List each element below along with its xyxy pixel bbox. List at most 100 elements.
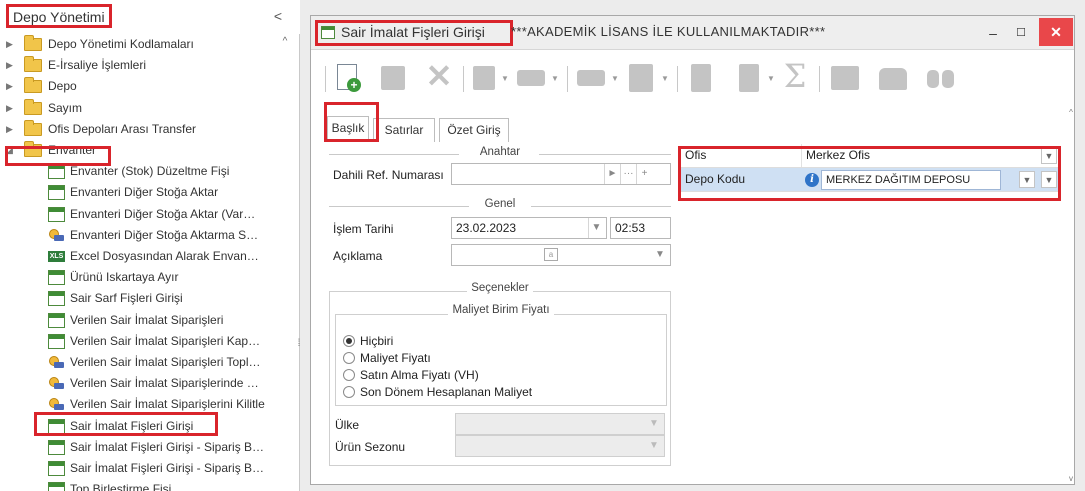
add-icon[interactable]: + [636, 164, 652, 184]
key-icon [48, 355, 65, 370]
window-titlebar[interactable]: Sair İmalat Fişleri Girişi ***AKADEMİK L… [311, 16, 1074, 50]
transaction-date-value: 23.02.2023 [456, 221, 517, 235]
tree-item[interactable]: Verilen Sair İmalat Siparişleri [4, 310, 280, 331]
close-button[interactable]: ✕ [1039, 18, 1073, 46]
list-icon [739, 64, 759, 92]
section-general: Genel [329, 198, 671, 214]
tree-item-label: Excel Dosyasından Alarak Envan… [70, 249, 259, 263]
folder-icon [24, 77, 42, 94]
documents-button[interactable] [687, 62, 715, 94]
print-preview-button[interactable] [575, 62, 607, 94]
tree-item[interactable]: ▶ Sayım [4, 98, 280, 119]
dropdown-arrow-icon[interactable]: ▼ [767, 74, 775, 83]
transaction-date-field[interactable]: 23.02.2023 ▼ [451, 217, 607, 239]
tab-ozet-giris[interactable]: Özet Giriş [439, 118, 509, 142]
save-as-icon [473, 66, 495, 90]
tree-item[interactable]: Sair Sarf Fişleri Girişi [4, 288, 280, 309]
tree-item-label: Ofis Depoları Arası Transfer [48, 121, 197, 136]
save-button[interactable] [379, 62, 407, 94]
radio-icon [343, 352, 355, 364]
collapsed-arrow-icon[interactable]: ▶ [6, 34, 16, 55]
tree-item[interactable]: Top Birleştirme Fişi [4, 479, 280, 491]
plus-icon: + [347, 78, 361, 92]
dropdown-arrow-icon[interactable]: ▼ [661, 74, 669, 83]
tree-item[interactable]: ▶ Ofis Depoları Arası Transfer [4, 119, 280, 140]
radio-icon [343, 369, 355, 381]
note-icon[interactable]: a [544, 248, 558, 261]
form-document-icon [48, 461, 65, 476]
tree-item[interactable]: ▶ Depo [4, 76, 280, 97]
transaction-time-field[interactable]: 02:53 [610, 217, 671, 239]
key-icon [48, 376, 65, 391]
scroll-up-icon[interactable]: ^ [1067, 108, 1075, 118]
tree-item-label: Depo [48, 79, 77, 94]
chevron-down-icon[interactable]: ▼ [652, 245, 668, 265]
section-options-title: Seçenekler [467, 282, 533, 294]
lookup-dots-icon[interactable]: ··· [620, 164, 636, 184]
country-field[interactable]: ▼ [455, 413, 665, 435]
tree-item[interactable]: Sair İmalat Fişleri Girişi - Sipariş B… [4, 458, 280, 479]
save-as-button[interactable] [471, 62, 499, 94]
tab-satirlar[interactable]: Satırlar [373, 118, 435, 142]
navigation-header: Depo Yönetimi < [0, 0, 300, 34]
maximize-button[interactable]: ☐ [1012, 24, 1030, 42]
folder-icon [24, 98, 42, 115]
form-scrollbar[interactable]: ^ v [1067, 108, 1075, 486]
list-button[interactable] [735, 62, 763, 94]
copy-button[interactable] [625, 62, 657, 94]
tree-item[interactable]: Ürünü Iskartaya Ayır [4, 267, 280, 288]
collapsed-arrow-icon[interactable]: ▶ [6, 55, 16, 76]
scroll-up-icon[interactable]: ^ [279, 36, 291, 48]
bank-button[interactable] [877, 62, 909, 94]
product-season-field[interactable]: ▼ [455, 435, 665, 457]
new-document-button[interactable]: + [335, 62, 361, 94]
table-button[interactable] [829, 62, 861, 94]
tree-item[interactable]: Verilen Sair İmalat Siparişleri Kap… [4, 331, 280, 352]
tree-item-label: Sair İmalat Fişleri Girişi - Sipariş B… [70, 461, 265, 475]
tree-item-label: Envanteri Diğer Stoğa Aktarma S… [70, 227, 259, 242]
license-notice: ***AKADEMİK LİSANS İLE KULLANILMAKTADIR*… [511, 24, 826, 39]
dropdown-arrow-icon[interactable]: ▼ [551, 74, 559, 83]
calendar-dropdown-icon[interactable]: ▼ [588, 218, 604, 238]
tree-item[interactable]: XLS Excel Dosyasından Alarak Envan… [4, 246, 280, 267]
ref-number-field[interactable]: ► ··· + [451, 163, 671, 185]
tree-item[interactable]: Verilen Sair İmalat Siparişleri Topl… [4, 352, 280, 373]
search-button[interactable] [925, 62, 957, 94]
tree-scrollbar[interactable]: ^ [279, 36, 291, 491]
tree-item[interactable]: Envanteri Diğer Stoğa Aktarma S… [4, 225, 280, 246]
ref-number-label: Dahili Ref. Numarası [333, 168, 444, 182]
excel-icon: XLS [48, 251, 65, 262]
save-icon [381, 66, 405, 90]
tree-item[interactable]: Envanteri Diğer Stoğa Aktar [4, 182, 280, 203]
navigation-title: Depo Yönetimi [6, 4, 112, 28]
delete-button[interactable]: ✕ [425, 60, 453, 94]
collapsed-arrow-icon[interactable]: ▶ [6, 119, 16, 140]
chevron-down-icon[interactable]: ▼ [646, 414, 662, 434]
tree-item[interactable]: Sair İmalat Fişleri Girişi - Sipariş B… [4, 437, 280, 458]
chevron-down-icon[interactable]: ▼ [646, 436, 662, 456]
description-field[interactable]: a ▼ [451, 244, 671, 266]
tree-item-label: Envanteri Diğer Stoğa Aktar (Var… [70, 206, 256, 221]
next-arrow-icon[interactable]: ► [604, 164, 620, 184]
dropdown-arrow-icon[interactable]: ▼ [501, 74, 509, 83]
print-button[interactable] [515, 62, 547, 94]
binoculars-icon-right [942, 70, 954, 88]
tree-item[interactable]: Envanteri Diğer Stoğa Aktar (Var… [4, 204, 280, 225]
highlight-sair-imalat [34, 412, 218, 436]
sum-button[interactable]: Σ [781, 60, 809, 94]
tree-item-label: Verilen Sair İmalat Siparişleri Kap… [70, 333, 261, 348]
tree-item[interactable]: Verilen Sair İmalat Siparişlerinde … [4, 373, 280, 394]
navigation-panel: Depo Yönetimi < ▶ Depo Yönetimi Kodlamala… [0, 0, 300, 491]
copy-icon [629, 64, 653, 92]
scroll-down-icon[interactable]: v [1067, 474, 1075, 484]
tree-item[interactable]: ▶ E-İrsaliye İşlemleri [4, 55, 280, 76]
tree-item-label: E-İrsaliye İşlemleri [48, 58, 147, 73]
minimize-button[interactable]: – [984, 24, 1002, 42]
collapsed-arrow-icon[interactable]: ▶ [6, 76, 16, 97]
tree-item[interactable]: ▶ Depo Yönetimi Kodlamaları [4, 34, 280, 55]
collapsed-arrow-icon[interactable]: ▶ [6, 98, 16, 119]
window-form-icon [321, 26, 335, 39]
binoculars-icon [927, 70, 939, 88]
collapse-panel-button[interactable]: < [270, 8, 286, 24]
dropdown-arrow-icon[interactable]: ▼ [611, 74, 619, 83]
